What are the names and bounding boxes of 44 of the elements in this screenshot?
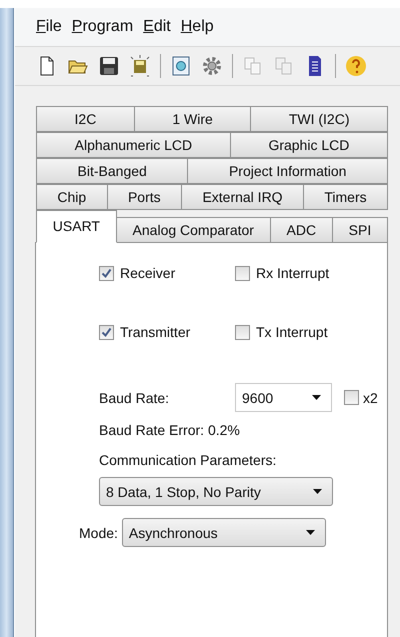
parameters-dropdown[interactable]: 8 Data, 1 Stop, No Parity bbox=[99, 477, 333, 506]
tab[interactable]: External IRQ bbox=[181, 184, 304, 210]
menu-item[interactable]: Program bbox=[72, 18, 134, 36]
gear-icon[interactable] bbox=[201, 55, 223, 77]
checkbox[interactable] bbox=[235, 266, 250, 280]
preview-icon[interactable] bbox=[170, 55, 192, 77]
baud-rate-dropdown[interactable]: 9600 bbox=[235, 383, 332, 412]
tab[interactable]: 1 Wire bbox=[134, 106, 252, 132]
menu-item[interactable]: Edit bbox=[143, 18, 171, 36]
tab[interactable]: Bit-Banged bbox=[36, 158, 188, 184]
caret-icon bbox=[312, 395, 321, 400]
checkbox-label: x2 bbox=[363, 390, 378, 406]
caret-icon bbox=[306, 530, 315, 535]
tab[interactable]: Graphic LCD bbox=[230, 132, 388, 158]
tab[interactable]: Project Information bbox=[187, 158, 388, 184]
checkbox[interactable] bbox=[344, 390, 359, 405]
tab[interactable]: Ports bbox=[106, 184, 182, 210]
tab[interactable]: TWI (I2C) bbox=[250, 106, 388, 132]
save-all-icon[interactable] bbox=[129, 55, 151, 77]
parameters-label: Communication Parameters: bbox=[99, 452, 276, 468]
checkbox-label: Rx Interrupt bbox=[256, 265, 330, 281]
tab[interactable]: USART bbox=[36, 210, 117, 243]
mode-dropdown[interactable]: Asynchronous bbox=[122, 518, 326, 547]
tab[interactable]: I2C bbox=[36, 106, 135, 132]
tab[interactable]: Timers bbox=[302, 184, 388, 210]
caret-icon bbox=[313, 489, 322, 494]
help-icon[interactable] bbox=[345, 55, 367, 77]
menu-item[interactable]: File bbox=[36, 18, 62, 36]
tab[interactable]: Analog Comparator bbox=[116, 217, 271, 243]
checkbox-label: Receiver bbox=[120, 265, 176, 281]
checkbox[interactable] bbox=[99, 324, 114, 340]
baud-rate-error: Baud Rate Error: 0.2% bbox=[99, 422, 240, 438]
checkbox-label: Transmitter bbox=[120, 324, 190, 340]
tab[interactable]: ADC bbox=[270, 217, 333, 243]
tab[interactable]: Alphanumeric LCD bbox=[36, 132, 231, 158]
menu-item[interactable]: Help bbox=[180, 18, 214, 36]
checkbox[interactable] bbox=[99, 266, 114, 280]
mode-label: Mode: bbox=[79, 524, 118, 540]
baud-rate-label: Baud Rate: bbox=[99, 390, 170, 406]
checkbox-label: Tx Interrupt bbox=[256, 324, 328, 340]
tab[interactable]: Chip bbox=[36, 184, 108, 210]
tab[interactable]: SPI bbox=[332, 217, 388, 243]
checkbox[interactable] bbox=[235, 324, 250, 340]
save-icon[interactable] bbox=[98, 55, 120, 77]
